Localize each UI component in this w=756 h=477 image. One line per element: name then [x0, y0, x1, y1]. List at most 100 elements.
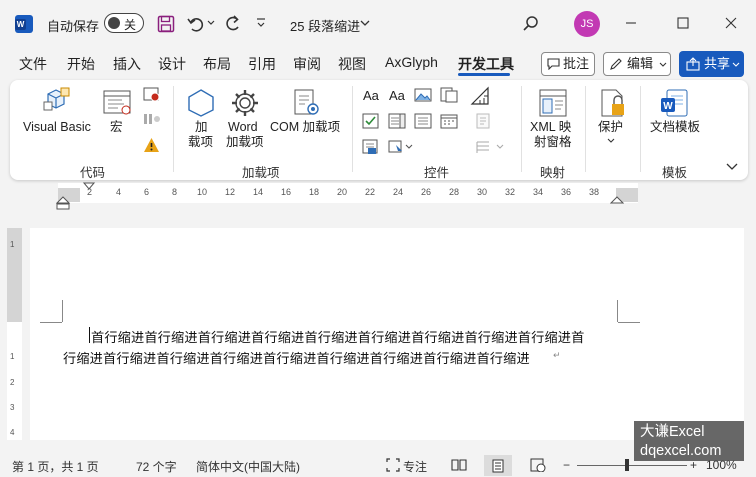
close-icon[interactable]	[724, 16, 738, 30]
active-tab-underline	[458, 73, 510, 76]
minimize-icon[interactable]	[624, 16, 638, 30]
protect-button[interactable]: 保护	[592, 86, 632, 152]
paragraph-line-1[interactable]: 首行缩进首行缩进首行缩进首行缩进首行缩进首行缩进首行缩进首行缩进首行缩进首	[91, 327, 584, 346]
design-mode-icon[interactable]	[470, 86, 490, 106]
record-macro-icon[interactable]	[143, 87, 161, 103]
tab-view[interactable]: 视图	[338, 54, 366, 74]
macros-button[interactable]: 宏	[100, 86, 134, 138]
paragraph-line-2[interactable]: 行缩进首行缩进首行缩进首行缩进首行缩进首行缩进首行缩进首行缩进首行缩进	[63, 348, 530, 367]
tab-review[interactable]: 审阅	[293, 54, 321, 74]
tab-references[interactable]: 引用	[248, 54, 276, 74]
date-picker-control-icon[interactable]	[440, 113, 458, 129]
tab-developer[interactable]: 开发工具	[458, 54, 514, 74]
building-block-control-icon[interactable]	[440, 87, 458, 103]
rich-text-control-icon[interactable]: Aa	[363, 88, 379, 103]
vruler-tick: 1	[10, 352, 15, 361]
document-template-label: 文档模板	[650, 120, 701, 134]
checkbox-control-icon[interactable]	[362, 113, 380, 129]
read-mode-icon[interactable]	[451, 458, 467, 472]
undo-icon[interactable]	[186, 14, 206, 34]
group-separator	[521, 86, 522, 172]
focus-label[interactable]: 专注	[403, 458, 427, 475]
hanging-indent-marker[interactable]	[56, 196, 70, 210]
margin-corner-mark	[618, 322, 640, 323]
tab-insert[interactable]: 插入	[113, 54, 141, 74]
editing-label: 编辑	[627, 56, 654, 71]
share-button[interactable]: 共享	[679, 51, 744, 77]
title-chevron-down-icon[interactable]	[360, 20, 370, 26]
properties-icon[interactable]	[475, 113, 491, 129]
word-addins-label-line2: 加载项	[226, 135, 264, 149]
redo-icon[interactable]	[222, 14, 242, 34]
ruler-tick: 2	[87, 187, 93, 197]
zoom-out-button[interactable]: −	[563, 458, 570, 472]
addins-button[interactable]: 加 载项	[182, 86, 222, 152]
ruler-tick: 34	[533, 187, 544, 197]
group-separator	[173, 86, 174, 172]
com-addins-button[interactable]: COM 加载项	[270, 86, 342, 138]
ruler-tick: 38	[589, 187, 600, 197]
save-icon[interactable]	[157, 15, 175, 33]
comments-button[interactable]: 批注	[541, 52, 595, 76]
xml-mapping-pane-button[interactable]: XML 映 射窗格	[528, 86, 576, 152]
document-template-button[interactable]: W 文档模板	[646, 86, 702, 138]
right-indent-marker[interactable]	[610, 195, 624, 205]
word-count[interactable]: 72 个字	[136, 458, 177, 475]
plain-text-control-icon[interactable]: Aa	[389, 88, 405, 103]
macros-label: 宏	[110, 120, 123, 134]
toggle-knob	[108, 17, 120, 29]
vruler-tick: 3	[10, 403, 15, 412]
tab-home[interactable]: 开始	[67, 54, 95, 74]
pause-recording-icon[interactable]	[143, 112, 161, 126]
picture-control-icon[interactable]	[414, 87, 432, 103]
undo-dropdown-icon[interactable]	[207, 20, 215, 26]
ruler-tick: 14	[253, 187, 264, 197]
page-count[interactable]: 第 1 页，共 1 页	[12, 458, 99, 475]
group-control-icon[interactable]	[475, 139, 505, 155]
legacy-tools-icon[interactable]	[388, 139, 414, 155]
document-title[interactable]: 25 段落缩进	[290, 16, 360, 35]
share-chevron-down-icon	[732, 62, 740, 67]
protect-chevron-down-icon	[607, 138, 615, 143]
zoom-slider-thumb[interactable]	[625, 459, 629, 471]
margin-corner-mark	[617, 300, 618, 322]
web-layout-icon[interactable]	[530, 458, 546, 472]
macro-security-icon[interactable]	[143, 137, 160, 153]
pencil-icon	[609, 57, 623, 71]
tab-layout[interactable]: 布局	[203, 54, 231, 74]
com-addins-label: COM 加载项	[270, 120, 341, 134]
dropdown-list-control-icon[interactable]	[414, 113, 432, 129]
vruler-tick: 2	[10, 378, 15, 387]
tab-design[interactable]: 设计	[158, 54, 186, 74]
ribbon-collapse-chevron-icon[interactable]	[726, 163, 738, 171]
xml-mapping-label-line2: 射窗格	[534, 135, 572, 149]
vruler-tick: 4	[10, 428, 15, 437]
tab-axglyph[interactable]: AxGlyph	[385, 54, 438, 70]
addins-label-line2: 载项	[188, 135, 214, 149]
ruler-tick: 32	[505, 187, 516, 197]
language-indicator[interactable]: 简体中文(中国大陆)	[196, 458, 300, 475]
autosave-toggle[interactable]: 关	[104, 13, 144, 33]
hexagon-icon	[186, 88, 216, 118]
text-cursor	[89, 327, 90, 343]
editing-button[interactable]: 编辑	[603, 52, 671, 76]
zoom-slider-track[interactable]	[577, 465, 687, 466]
focus-icon[interactable]	[386, 458, 400, 472]
ruler-tick: 22	[365, 187, 376, 197]
ruler-tick: 18	[309, 187, 320, 197]
search-icon[interactable]	[522, 15, 540, 33]
visual-basic-button[interactable]: Visual Basic	[20, 86, 94, 138]
avatar[interactable]: JS	[574, 11, 600, 37]
word-addins-button[interactable]: Word 加载项	[224, 86, 268, 152]
print-layout-button[interactable]	[484, 455, 512, 476]
repeating-section-icon[interactable]	[362, 139, 380, 155]
combo-box-control-icon[interactable]	[388, 113, 406, 129]
ruler-tick: 16	[281, 187, 292, 197]
maximize-icon[interactable]	[676, 16, 690, 30]
ruler-tick: 26	[421, 187, 432, 197]
lock-document-icon	[598, 88, 628, 118]
document-title-text: 25 段落缩进	[290, 19, 361, 34]
tab-file[interactable]: 文件	[19, 54, 47, 74]
word-app-icon: W	[15, 15, 33, 33]
customize-toolbar-icon[interactable]	[256, 17, 266, 29]
